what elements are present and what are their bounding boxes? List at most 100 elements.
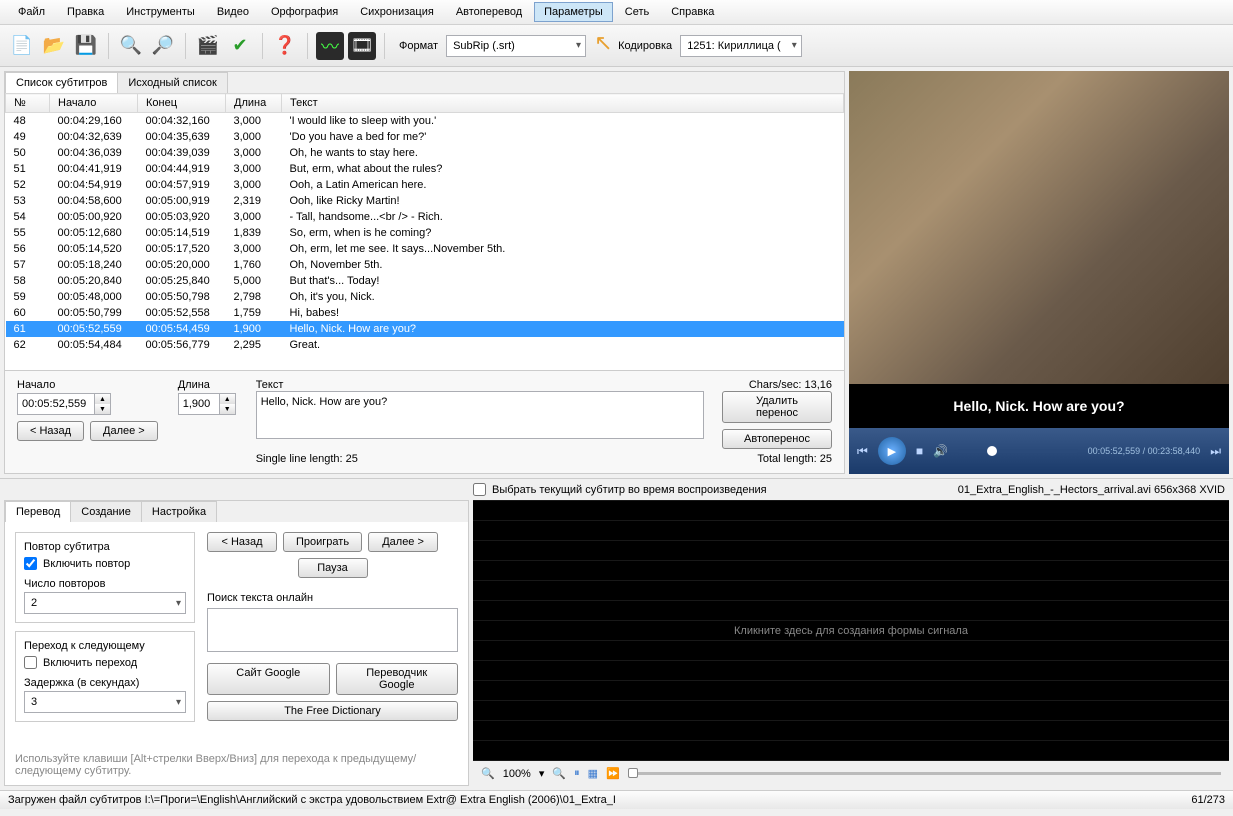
repeat-count-combo[interactable]: 2: [24, 592, 186, 614]
format-combo[interactable]: SubRip (.srt): [446, 35, 586, 57]
table-row[interactable]: 5500:05:12,68000:05:14,5191,839So, erm, …: [6, 225, 844, 241]
help-icon[interactable]: ❓: [271, 32, 299, 60]
autobreak-button[interactable]: Автоперенос: [722, 429, 832, 449]
pause-icon[interactable]: ⏸: [574, 767, 580, 780]
menu-правка[interactable]: Правка: [57, 2, 114, 22]
menu-параметры[interactable]: Параметры: [534, 2, 613, 22]
start-spinner[interactable]: ▲▼: [17, 393, 158, 415]
video-controls: ⏮ ▶ ■ 🔊 00:05:52,559 / 00:23:58,440 ⏭: [849, 428, 1229, 474]
table-row[interactable]: 5400:05:00,92000:05:03,9203,000- Tall, h…: [6, 209, 844, 225]
tab-source[interactable]: Исходный список: [117, 72, 227, 93]
table-row[interactable]: 5000:04:36,03900:04:39,0393,000Oh, he wa…: [6, 145, 844, 161]
trans-play-button[interactable]: Проиграть: [283, 532, 362, 552]
menu-видео[interactable]: Видео: [207, 2, 259, 22]
dictionary-button[interactable]: The Free Dictionary: [207, 701, 458, 721]
waveform-icon[interactable]: 〰: [316, 32, 344, 60]
table-row[interactable]: 5800:05:20,84000:05:25,8405,000But that'…: [6, 273, 844, 289]
table-row[interactable]: 4900:04:32,63900:04:35,6393,000'Do you h…: [6, 129, 844, 145]
menu-орфография[interactable]: Орфография: [261, 2, 348, 22]
new-file-icon[interactable]: 📄: [8, 32, 36, 60]
play-fwd-icon[interactable]: ⏩: [606, 767, 620, 780]
tab-list[interactable]: Список субтитров: [5, 72, 118, 93]
search-label: Поиск текста онлайн: [207, 592, 458, 604]
col-dur[interactable]: Длина: [226, 94, 282, 113]
zoom-slider[interactable]: [628, 772, 1221, 775]
menu-файл[interactable]: Файл: [8, 2, 55, 22]
next-group: Переход к следующему Включить переход За…: [15, 631, 195, 722]
forward-button[interactable]: Далее >: [90, 421, 158, 441]
back-button[interactable]: < Назад: [17, 421, 84, 441]
single-len-label: Single line length: 25: [256, 453, 358, 465]
table-row[interactable]: 6000:05:50,79900:05:52,5581,759Hi, babes…: [6, 305, 844, 321]
col-text[interactable]: Текст: [282, 94, 844, 113]
open-folder-icon[interactable]: 📂: [40, 32, 68, 60]
visual-sync-icon[interactable]: 🎬: [194, 32, 222, 60]
delay-combo[interactable]: 3: [24, 691, 186, 713]
table-row[interactable]: 5600:05:14,52000:05:17,5203,000Oh, erm, …: [6, 241, 844, 257]
encoding-combo[interactable]: 1251: Кириллица (: [680, 35, 802, 57]
text-input[interactable]: [256, 391, 704, 439]
skip-fwd-icon[interactable]: ⏭: [1210, 444, 1221, 459]
replace-icon[interactable]: 🔎: [149, 32, 177, 60]
grid-icon[interactable]: ▦: [588, 767, 598, 780]
dur-spinner[interactable]: ▲▼: [178, 393, 236, 415]
table-row[interactable]: 6100:05:52,55900:05:54,4591,900Hello, Ni…: [6, 321, 844, 337]
find-icon[interactable]: 🔍: [117, 32, 145, 60]
skip-back-icon[interactable]: ⏮: [857, 444, 868, 459]
table-row[interactable]: 5900:05:48,00000:05:50,7982,798Oh, it's …: [6, 289, 844, 305]
text-label: Текст: [256, 379, 284, 391]
trans-back-button[interactable]: < Назад: [207, 532, 277, 552]
stop-icon[interactable]: ■: [916, 444, 923, 458]
menubar: ФайлПравкаИнструментыВидеоОрфографияСихр…: [0, 0, 1233, 25]
video-icon[interactable]: 🎞: [348, 32, 376, 60]
menu-сихронизация[interactable]: Сихронизация: [350, 2, 444, 22]
google-translate-button[interactable]: Переводчик Google: [336, 663, 459, 695]
format-label: Формат: [399, 40, 438, 52]
trans-fwd-button[interactable]: Далее >: [368, 532, 438, 552]
table-row[interactable]: 5300:04:58,60000:05:00,9192,319Ooh, like…: [6, 193, 844, 209]
menu-инструменты[interactable]: Инструменты: [116, 2, 205, 22]
status-bar: Загружен файл субтитров I:\=Проги=\Engli…: [0, 790, 1233, 809]
save-icon[interactable]: 💾: [72, 32, 100, 60]
status-right: 61/273: [1191, 794, 1225, 806]
video-filename: 01_Extra_English_-_Hectors_arrival.avi 6…: [950, 480, 1233, 500]
status-left: Загружен файл субтитров I:\=Проги=\Engli…: [8, 794, 616, 806]
hint-text: Используйте клавиши [Alt+стрелки Вверх/В…: [5, 753, 468, 785]
waveform-area[interactable]: Кликните здесь для создания формы сигнал…: [473, 500, 1229, 761]
trans-pause-button[interactable]: Пауза: [298, 558, 368, 578]
menu-сеть[interactable]: Сеть: [615, 2, 659, 22]
subtitle-table-wrap[interactable]: № Начало Конец Длина Текст 4800:04:29,16…: [5, 93, 844, 370]
menu-автоперевод[interactable]: Автоперевод: [446, 2, 532, 22]
enable-repeat-checkbox[interactable]: [24, 557, 37, 570]
zoom-in-icon[interactable]: 🔍: [552, 767, 566, 780]
encoding-label: Кодировка: [618, 40, 672, 52]
col-num[interactable]: №: [6, 94, 50, 113]
zoom-out-icon[interactable]: 🔍: [481, 767, 495, 780]
search-input[interactable]: [207, 608, 458, 652]
unbreak-button[interactable]: Удалить перенос: [722, 391, 832, 423]
delay-label: Задержка (в секундах): [24, 677, 186, 689]
volume-icon[interactable]: 🔊: [933, 444, 948, 458]
cursor-icon: ↖: [594, 30, 612, 56]
video-time: 00:05:52,559 / 00:23:58,440: [1088, 446, 1201, 456]
select-current-checkbox[interactable]: [473, 483, 486, 496]
table-row[interactable]: 5200:04:54,91900:04:57,9193,000Ooh, a La…: [6, 177, 844, 193]
translate-pane: Перевод Создание Настройка Повтор субтит…: [4, 500, 469, 786]
play-button[interactable]: ▶: [878, 437, 906, 465]
table-row[interactable]: 5700:05:18,24000:05:20,0001,760Oh, Novem…: [6, 257, 844, 273]
table-row[interactable]: 6200:05:54,48400:05:56,7792,295Great.: [6, 337, 844, 353]
col-end[interactable]: Конец: [138, 94, 226, 113]
enable-next-checkbox[interactable]: [24, 656, 37, 669]
tab-adjust[interactable]: Настройка: [141, 501, 217, 522]
google-site-button[interactable]: Сайт Google: [207, 663, 330, 695]
zoom-pct: 100%: [503, 768, 531, 780]
tab-create[interactable]: Создание: [70, 501, 142, 522]
video-frame[interactable]: Hello, Nick. How are you?: [849, 71, 1229, 428]
seek-slider[interactable]: [958, 449, 1078, 453]
tab-translate[interactable]: Перевод: [5, 501, 71, 522]
menu-справка[interactable]: Справка: [661, 2, 724, 22]
col-start[interactable]: Начало: [50, 94, 138, 113]
table-row[interactable]: 4800:04:29,16000:04:32,1603,000'I would …: [6, 113, 844, 130]
spellcheck-icon[interactable]: ✔: [226, 32, 254, 60]
table-row[interactable]: 5100:04:41,91900:04:44,9193,000But, erm,…: [6, 161, 844, 177]
